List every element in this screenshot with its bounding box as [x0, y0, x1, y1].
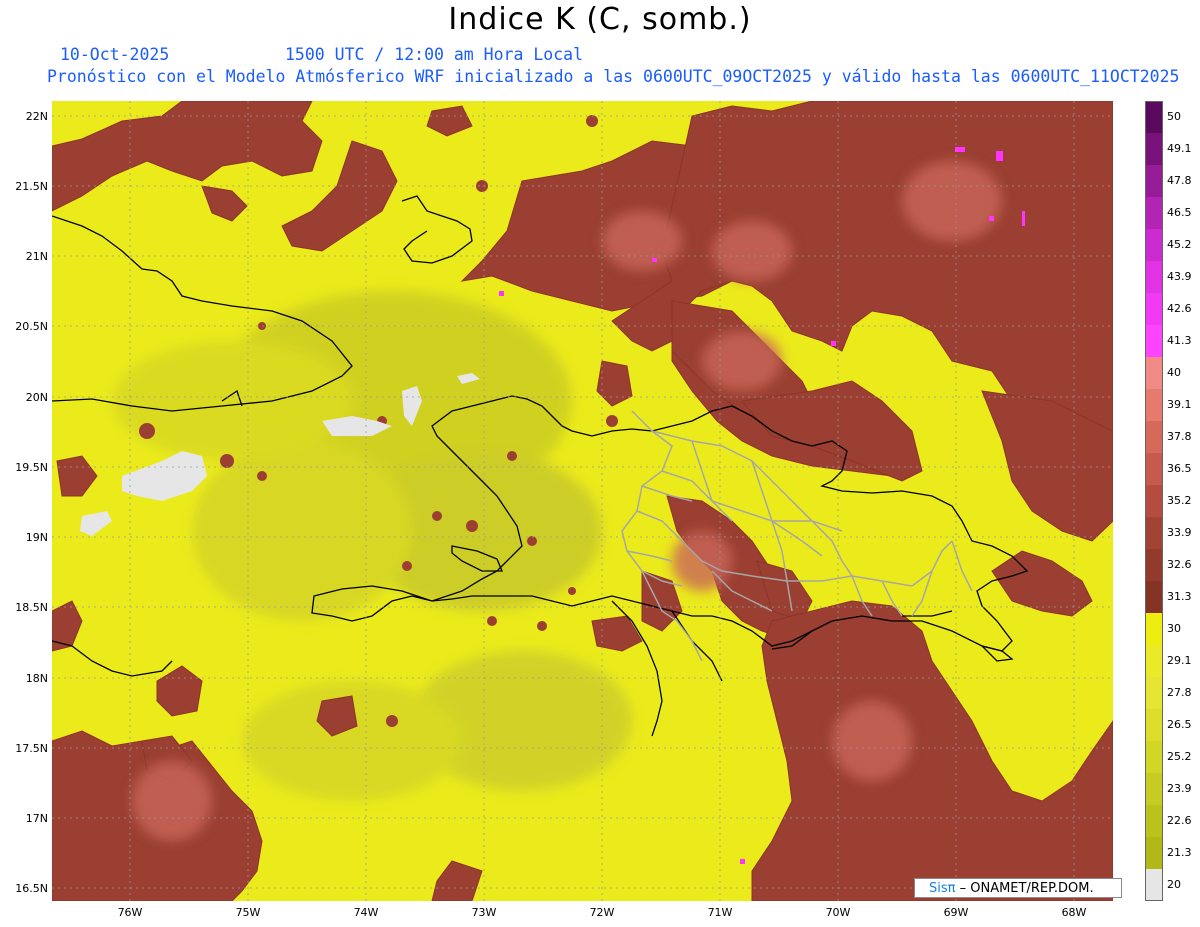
lat-label: 20.5N [15, 320, 48, 333]
colorbar-swatch [1145, 293, 1163, 326]
colorbar-label: 20 [1167, 878, 1181, 891]
lon-label: 71W [707, 906, 733, 919]
colorbar-swatch [1145, 261, 1163, 294]
lat-label: 19.5N [15, 461, 48, 474]
colorbar-swatch [1145, 805, 1163, 838]
lat-label: 22N [25, 110, 48, 123]
colorbar-label: 37.8 [1167, 430, 1192, 443]
colorbar [1145, 101, 1163, 901]
colorbar-swatch [1145, 229, 1163, 262]
colorbar-swatch [1145, 357, 1163, 390]
colorbar-label: 43.9 [1167, 270, 1192, 283]
colorbar-label: 45.2 [1167, 238, 1192, 251]
lat-label: 17N [25, 812, 48, 825]
sispi-logo-text: Sisπ [929, 881, 956, 896]
forecast-date: 10-Oct-2025 [60, 45, 170, 64]
colorbar-label: 36.5 [1167, 462, 1192, 475]
colorbar-label: 32.6 [1167, 558, 1192, 571]
lat-label: 21.5N [15, 180, 48, 193]
lat-label: 18.5N [15, 601, 48, 614]
colorbar-label: 31.3 [1167, 590, 1192, 603]
colorbar-label: 29.1 [1167, 654, 1192, 667]
colorbar-label: 47.8 [1167, 174, 1192, 187]
colorbar-label: 23.9 [1167, 782, 1192, 795]
map-title: Indice K (C, somb.) [448, 2, 752, 37]
forecast-time: 1500 UTC / 12:00 am Hora Local [285, 45, 584, 64]
colorbar-swatch [1145, 421, 1163, 454]
colorbar-swatch [1145, 165, 1163, 198]
lon-label: 73W [471, 906, 497, 919]
lat-label: 19N [25, 531, 48, 544]
colorbar-swatch [1145, 101, 1163, 134]
colorbar-label: 49.1 [1167, 142, 1192, 155]
lat-label: 17.5N [15, 742, 48, 755]
colorbar-label: 21.3 [1167, 846, 1192, 859]
k-index-map [52, 101, 1113, 901]
colorbar-label: 46.5 [1167, 206, 1192, 219]
lat-label: 20N [25, 391, 48, 404]
credit-box: Sisπ – ONAMET/REP.DOM. [914, 878, 1122, 898]
lat-label: 16.5N [15, 882, 48, 895]
colorbar-swatch [1145, 133, 1163, 166]
colorbar-label: 42.6 [1167, 302, 1192, 315]
colorbar-swatch [1145, 741, 1163, 774]
colorbar-swatch [1145, 549, 1163, 582]
lon-label: 72W [589, 906, 615, 919]
colorbar-swatch [1145, 677, 1163, 710]
colorbar-swatch [1145, 709, 1163, 742]
colorbar-swatch [1145, 389, 1163, 422]
colorbar-swatch [1145, 325, 1163, 358]
lon-label: 76W [117, 906, 143, 919]
colorbar-label: 25.2 [1167, 750, 1192, 763]
colorbar-swatch [1145, 645, 1163, 678]
colorbar-label: 41.3 [1167, 334, 1192, 347]
colorbar-swatch [1145, 869, 1163, 901]
lon-label: 75W [235, 906, 261, 919]
colorbar-label: 40 [1167, 366, 1181, 379]
lon-label: 70W [825, 906, 851, 919]
colorbar-label: 30 [1167, 622, 1181, 635]
agency-credit: – ONAMET/REP.DOM. [959, 881, 1094, 896]
colorbar-swatch [1145, 453, 1163, 486]
colorbar-swatch [1145, 485, 1163, 518]
lon-label: 68W [1061, 906, 1087, 919]
lon-label: 69W [943, 906, 969, 919]
colorbar-label: 22.6 [1167, 814, 1192, 827]
colorbar-label: 27.8 [1167, 686, 1192, 699]
colorbar-swatch [1145, 517, 1163, 550]
colorbar-label: 35.2 [1167, 494, 1192, 507]
lat-label: 18N [25, 672, 48, 685]
colorbar-swatch [1145, 613, 1163, 646]
colorbar-label: 50 [1167, 110, 1181, 123]
forecast-subtitle: Pronóstico con el Modelo Atmósferico WRF… [47, 67, 1180, 86]
colorbar-swatch [1145, 197, 1163, 230]
colorbar-label: 33.9 [1167, 526, 1192, 539]
colorbar-label: 26.5 [1167, 718, 1192, 731]
colorbar-swatch [1145, 581, 1163, 614]
colorbar-label: 39.1 [1167, 398, 1192, 411]
colorbar-swatch [1145, 837, 1163, 870]
colorbar-swatch [1145, 773, 1163, 806]
lat-label: 21N [25, 250, 48, 263]
lon-label: 74W [353, 906, 379, 919]
